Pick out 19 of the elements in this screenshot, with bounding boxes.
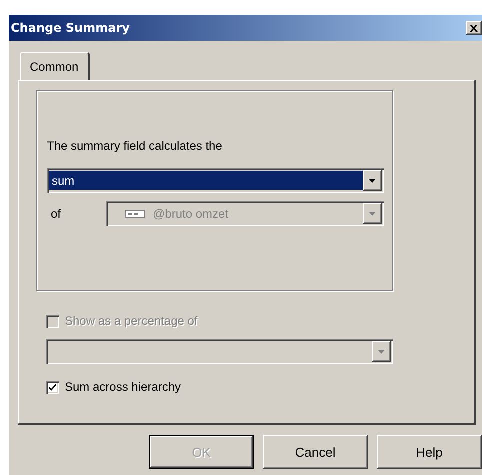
caret-icon [369,212,376,216]
dropdown-value: sum [52,174,75,188]
dialog-button[interactable]: Help [377,435,482,469]
summary-label: The summary field calculates the [47,139,224,153]
checkbox-label[interactable]: Sum across hierarchy [65,380,182,394]
caret-icon [378,350,385,354]
dropdown-field[interactable]: sum [47,168,384,193]
close-button[interactable] [466,21,482,35]
window-title: Change Summary [11,21,130,35]
of-label: of [50,206,62,220]
tab[interactable]: Common [20,52,90,80]
dialog-button[interactable]: Cancel [263,435,368,469]
checkmark-icon [49,384,56,390]
dropdown-value: @bruto omzet [153,206,229,220]
caret-icon [369,178,376,182]
checkbox[interactable] [46,380,59,394]
close-icon [470,24,478,32]
field-icon [125,210,145,218]
dropdown-button[interactable] [363,170,382,191]
